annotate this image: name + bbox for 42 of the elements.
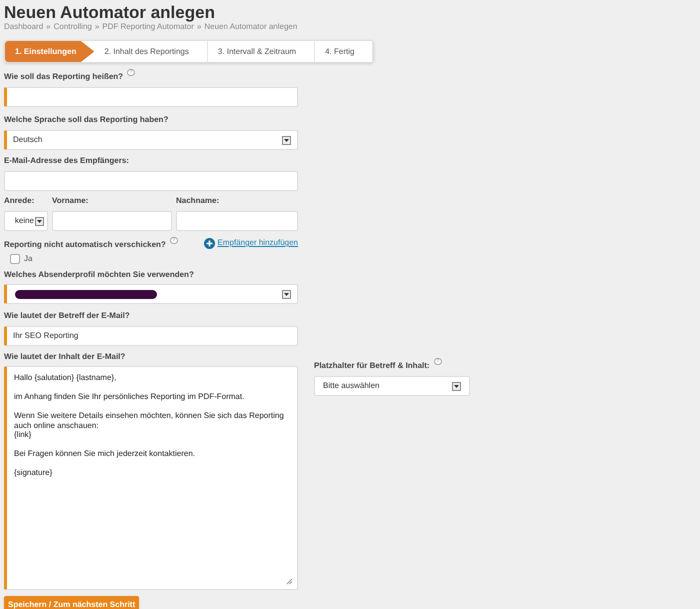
field-label: Wie lautet der Inhalt der E-Mail? bbox=[4, 352, 126, 362]
step-tab[interactable]: 3. Intervall & Zeitraum bbox=[208, 41, 316, 62]
last-name-field[interactable] bbox=[176, 211, 298, 231]
checkbox[interactable] bbox=[10, 254, 20, 264]
dropdown-arrow-icon bbox=[35, 216, 44, 226]
breadcrumb-link[interactable]: Controlling bbox=[54, 22, 92, 32]
field-label: Platzhalter für Betreff & Inhalt: bbox=[314, 361, 430, 371]
save-next-button[interactable]: Speichern / Zum nächsten Schritt bbox=[4, 596, 140, 609]
report-name-field[interactable] bbox=[4, 87, 298, 107]
field-label: E-Mail-Adresse des Empfängers: bbox=[4, 156, 129, 166]
placeholder-select[interactable]: Bitte auswählen bbox=[314, 376, 470, 396]
step-tab[interactable]: 1. Einstellungen bbox=[5, 41, 94, 62]
subject-field[interactable]: Ihr SEO Reporting bbox=[4, 326, 298, 346]
salutation-select[interactable]: keine bbox=[4, 211, 48, 231]
plus-icon bbox=[204, 238, 214, 248]
breadcrumb-separator: » bbox=[46, 22, 51, 32]
field-label: Welches Absenderprofil möchten Sie verwenden? bbox=[4, 270, 194, 280]
step-tab[interactable]: 4. Fertig bbox=[315, 41, 373, 62]
field-label: Anrede: bbox=[4, 196, 34, 206]
field-label: Nachname: bbox=[176, 196, 220, 206]
field-label: Vorname: bbox=[52, 196, 88, 206]
breadcrumb-separator: » bbox=[94, 22, 100, 32]
checkbox-label: Ja bbox=[24, 253, 32, 265]
resize-grip-icon[interactable] bbox=[286, 578, 293, 585]
language-select[interactable]: Deutsch bbox=[4, 130, 298, 150]
recipient-email-field[interactable] bbox=[4, 171, 298, 191]
breadcrumb-link[interactable]: Dashboard bbox=[4, 22, 44, 32]
page-title: Neuen Automator anlegen bbox=[4, 3, 216, 22]
dropdown-arrow-icon bbox=[282, 290, 291, 298]
field-label: Wie lautet der Betreff der E-Mail? bbox=[4, 311, 130, 321]
dropdown-arrow-icon bbox=[452, 382, 461, 390]
step-tab[interactable]: 2. Inhalt des Reportings bbox=[94, 41, 208, 62]
email-body-field[interactable]: Hallo {salutation} {lastname}, im Anhang finden Sie Ihr persönliches Reporting im PDF-Format. Wenn Sie weitere Details einsehen möchten, können Sie sich das Reporting auch online anschauen: {link} Bei Fragen können Sie mich jederzeit kontaktieren. {signature} bbox=[4, 366, 298, 590]
dropdown-arrow-icon bbox=[282, 136, 291, 144]
sender-profile-select[interactable] bbox=[4, 284, 298, 304]
field-label: Reporting nicht automatisch verschicken? bbox=[4, 240, 166, 250]
field-label: Welche Sprache soll das Reporting haben? bbox=[4, 115, 168, 125]
first-name-field[interactable] bbox=[52, 211, 172, 231]
breadcrumb-link[interactable]: PDF Reporting Automator bbox=[102, 22, 194, 32]
field-label: Wie soll das Reporting heißen? bbox=[4, 72, 124, 82]
add-recipient-link[interactable]: Empfänger hinzufügen bbox=[204, 237, 298, 249]
breadcrumb-separator: » bbox=[196, 22, 202, 32]
